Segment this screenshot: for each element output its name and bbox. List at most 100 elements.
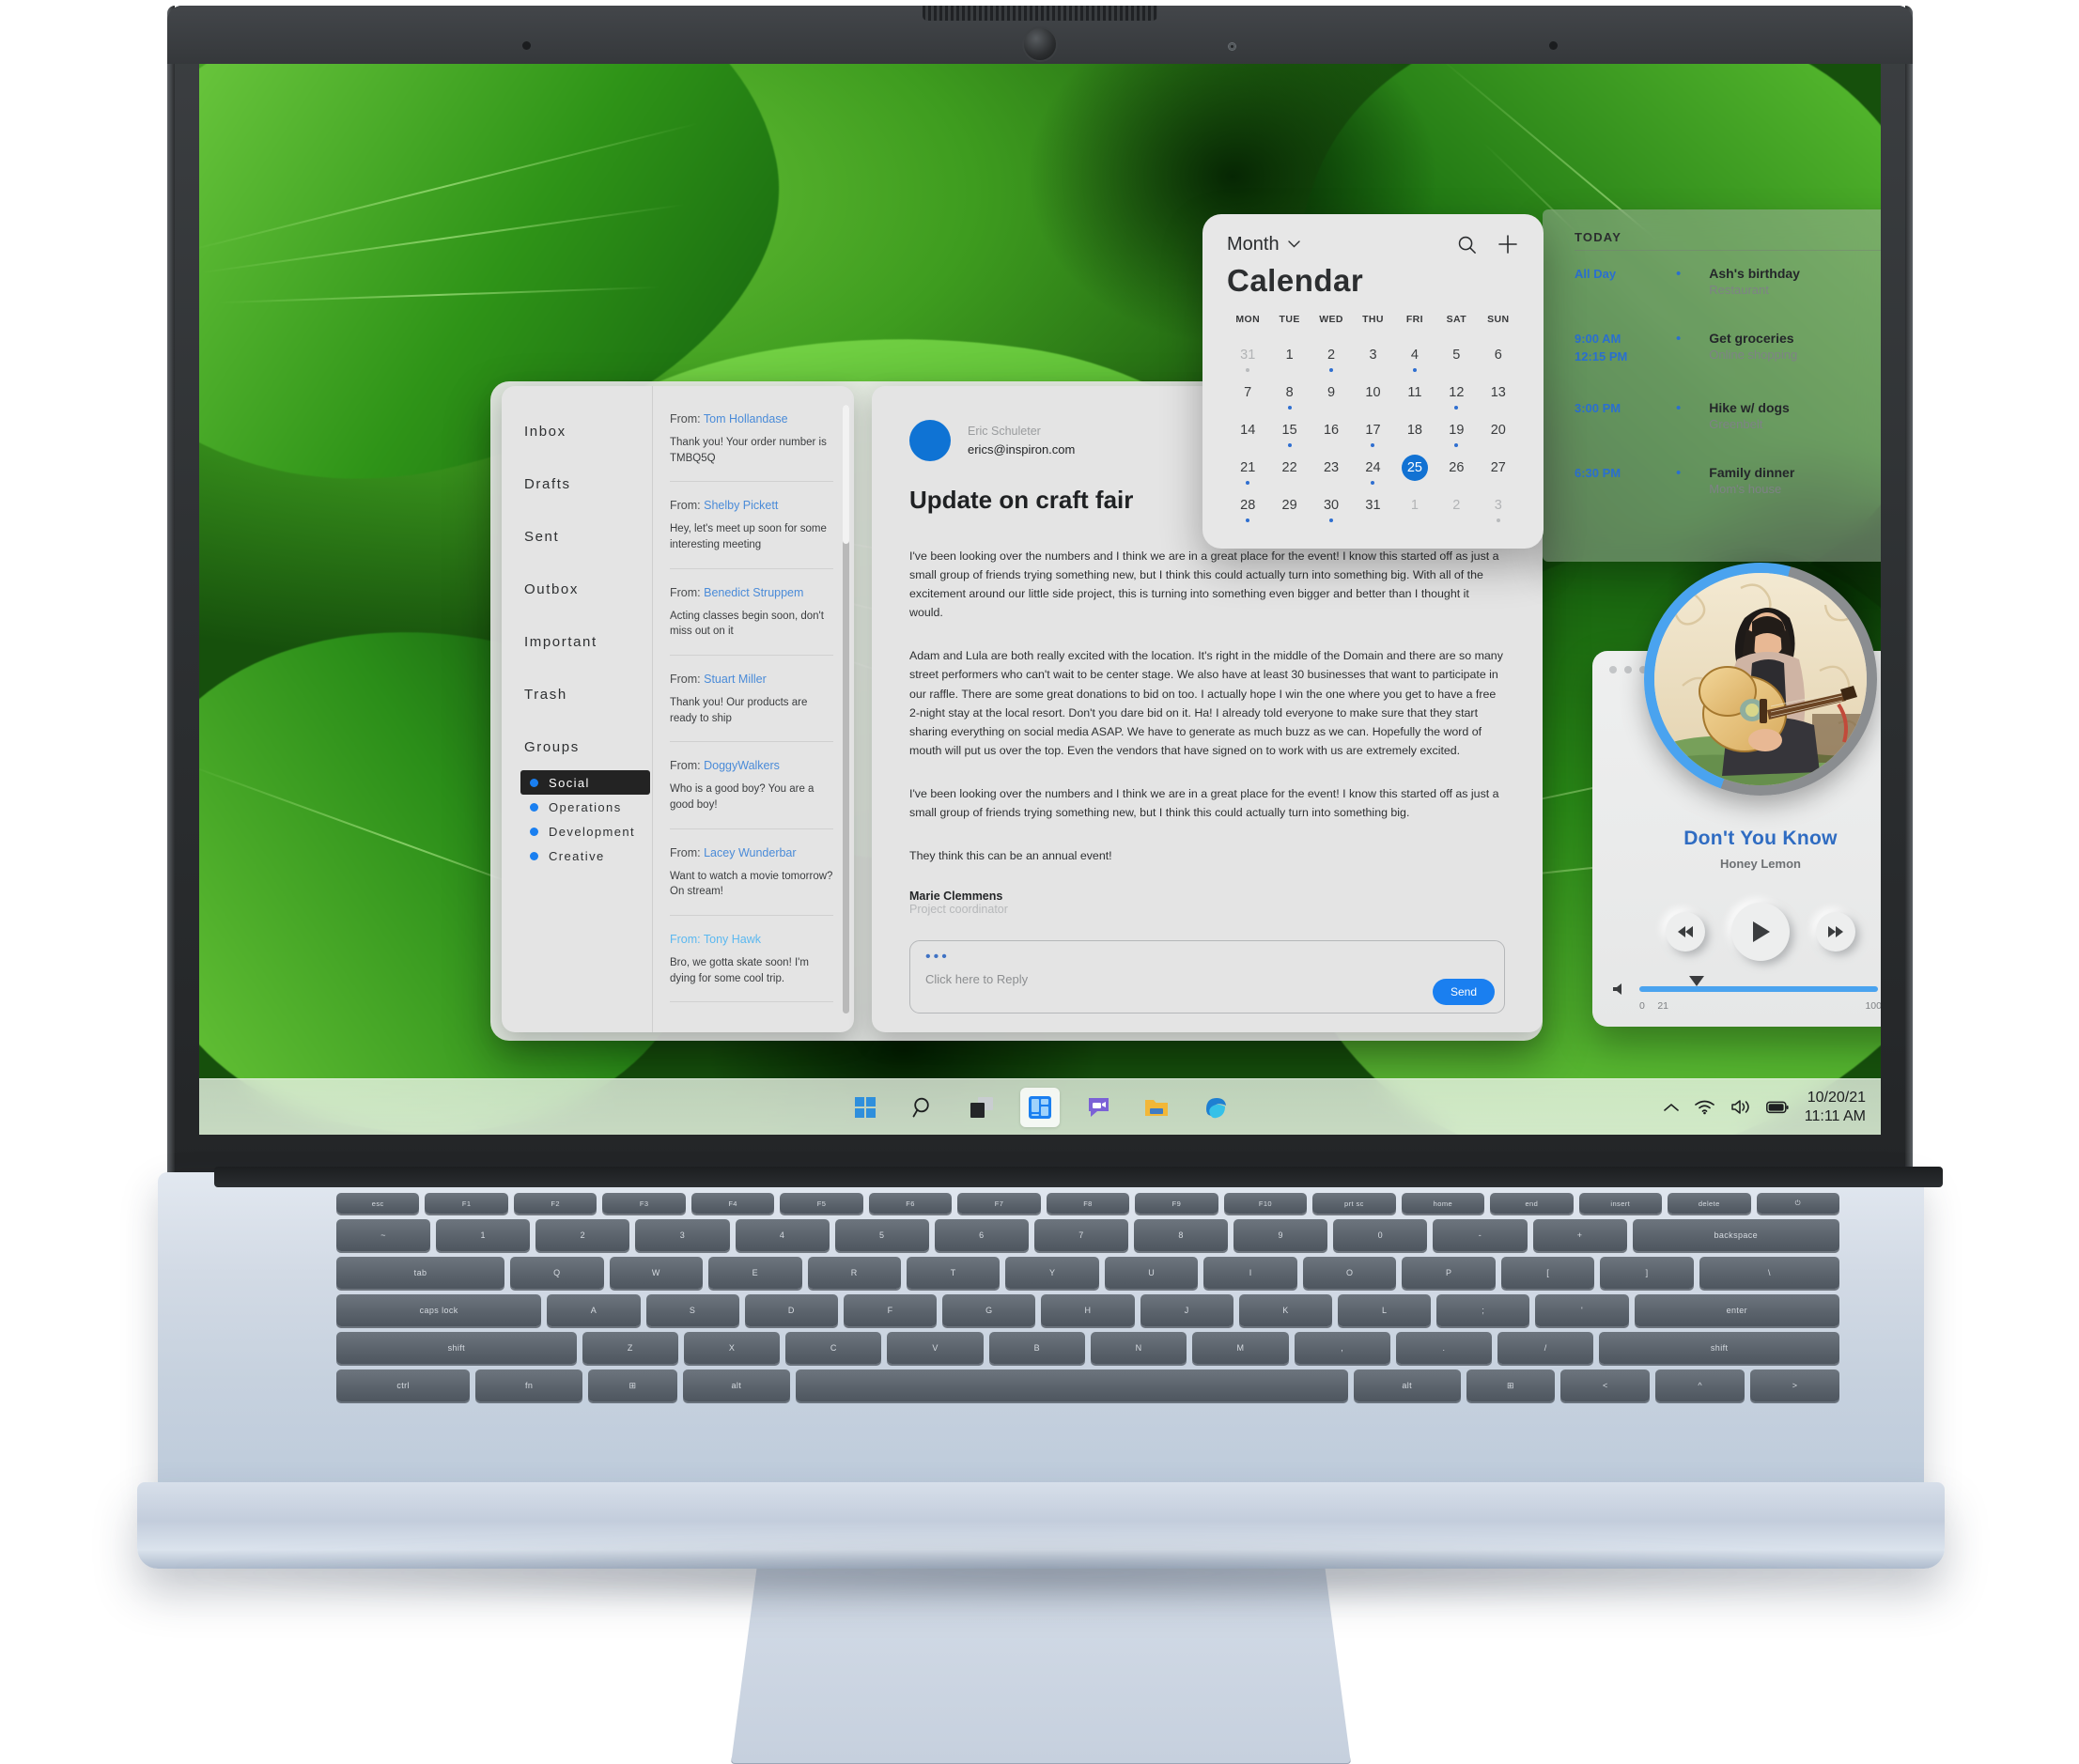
volume-control[interactable] xyxy=(1611,982,1881,997)
more-options-icon[interactable]: ••• xyxy=(925,952,1489,964)
calendar-day-cell[interactable]: 5 xyxy=(1435,338,1477,372)
key-home[interactable]: home xyxy=(1402,1193,1484,1214)
key-g[interactable]: G xyxy=(942,1294,1035,1326)
sidebar-group-operations[interactable]: Operations xyxy=(524,795,652,819)
file-explorer-button[interactable] xyxy=(1137,1088,1176,1127)
agenda-event[interactable]: All Day • Ash's birthday Restaurant xyxy=(1575,266,1881,297)
calendar-day-cell[interactable]: 30 xyxy=(1311,488,1352,522)
key-f5[interactable]: F5 xyxy=(780,1193,862,1214)
previous-track-button[interactable] xyxy=(1666,912,1705,952)
key--[interactable]: < xyxy=(1560,1369,1650,1401)
agenda-event[interactable]: 3:00 PM • Hike w/ dogs Greenbelt xyxy=(1575,400,1881,431)
list-item[interactable]: From: Tony Hawk Bro, we gotta skate soon… xyxy=(670,933,833,1002)
list-item[interactable]: From: Stuart Miller Thank you! Our produ… xyxy=(670,673,833,742)
agenda-event[interactable]: 9:00 AM 12:15 PM • Get groceries Online … xyxy=(1575,331,1881,366)
key-1[interactable]: 1 xyxy=(436,1219,530,1251)
key-s[interactable]: S xyxy=(646,1294,739,1326)
sidebar-item-outbox[interactable]: Outbox xyxy=(524,581,652,597)
key-m[interactable]: M xyxy=(1192,1332,1288,1364)
start-button[interactable] xyxy=(846,1088,885,1127)
next-track-button[interactable] xyxy=(1816,912,1855,952)
calendar-day-cell[interactable]: 29 xyxy=(1268,488,1310,522)
key--[interactable]: > xyxy=(1750,1369,1839,1401)
key-w[interactable]: W xyxy=(610,1257,703,1289)
calendar-day-cell[interactable]: 22 xyxy=(1268,451,1310,485)
key--[interactable]: ^ xyxy=(1655,1369,1745,1401)
calendar-day-cell[interactable]: 21 xyxy=(1227,451,1268,485)
mail-message-list[interactable]: From: Tom Hollandase Thank you! Your ord… xyxy=(652,386,854,1032)
calendar-day-cell[interactable]: 25 xyxy=(1394,451,1435,485)
calendar-day-cell[interactable]: 15 xyxy=(1268,413,1310,447)
key-p[interactable]: P xyxy=(1402,1257,1495,1289)
sidebar-item-drafts[interactable]: Drafts xyxy=(524,476,652,492)
list-item[interactable]: From: Benedict Struppem Acting classes b… xyxy=(670,586,833,656)
calendar-view-selector[interactable]: Month xyxy=(1227,234,1300,255)
add-event-icon[interactable] xyxy=(1497,233,1519,255)
key--[interactable]: ⊞ xyxy=(1466,1369,1556,1401)
key-6[interactable]: 6 xyxy=(935,1219,1029,1251)
key-space[interactable] xyxy=(796,1369,1348,1401)
key-f4[interactable]: F4 xyxy=(691,1193,774,1214)
calendar-day-cell[interactable]: 17 xyxy=(1352,413,1393,447)
key-f3[interactable]: F3 xyxy=(602,1193,685,1214)
key-9[interactable]: 9 xyxy=(1233,1219,1327,1251)
clock[interactable]: 10/20/21 11:11 AM xyxy=(1805,1089,1866,1126)
key-l[interactable]: L xyxy=(1338,1294,1431,1326)
calendar-day-cell[interactable]: 20 xyxy=(1478,413,1519,447)
key-j[interactable]: J xyxy=(1140,1294,1233,1326)
list-item[interactable]: From: Tom Hollandase Thank you! Your ord… xyxy=(670,412,833,482)
key-n[interactable]: N xyxy=(1091,1332,1187,1364)
calendar-day-cell[interactable]: 31 xyxy=(1352,488,1393,522)
battery-icon[interactable] xyxy=(1766,1101,1789,1114)
key-d[interactable]: D xyxy=(745,1294,838,1326)
key--[interactable]: ; xyxy=(1436,1294,1529,1326)
calendar-day-cell[interactable]: 3 xyxy=(1352,338,1393,372)
key-t[interactable]: T xyxy=(907,1257,1000,1289)
list-item[interactable]: From: Shelby Pickett Hey, let's meet up … xyxy=(670,499,833,568)
widgets-button[interactable] xyxy=(1020,1088,1060,1127)
key-shift[interactable]: shift xyxy=(336,1332,577,1364)
key-o[interactable]: O xyxy=(1303,1257,1396,1289)
calendar-day-cell[interactable]: 6 xyxy=(1478,338,1519,372)
key-f8[interactable]: F8 xyxy=(1047,1193,1129,1214)
key-delete[interactable]: delete xyxy=(1668,1193,1750,1214)
key-f9[interactable]: F9 xyxy=(1135,1193,1218,1214)
key-b[interactable]: B xyxy=(989,1332,1085,1364)
key-end[interactable]: end xyxy=(1490,1193,1573,1214)
calendar-day-cell[interactable]: 3 xyxy=(1478,488,1519,522)
chat-button[interactable] xyxy=(1078,1088,1118,1127)
volume-slider-handle[interactable] xyxy=(1689,976,1704,986)
calendar-day-cell[interactable]: 24 xyxy=(1352,451,1393,485)
key-u[interactable]: U xyxy=(1105,1257,1198,1289)
calendar-day-cell[interactable]: 14 xyxy=(1227,413,1268,447)
sidebar-item-trash[interactable]: Trash xyxy=(524,687,652,703)
key-f1[interactable]: F1 xyxy=(425,1193,507,1214)
key--[interactable]: - xyxy=(1433,1219,1527,1251)
key-esc[interactable]: esc xyxy=(336,1193,419,1214)
key--[interactable]: , xyxy=(1295,1332,1390,1364)
sidebar-group-social[interactable]: Social xyxy=(520,770,650,795)
calendar-day-cell[interactable]: 26 xyxy=(1435,451,1477,485)
key-alt[interactable]: alt xyxy=(1354,1369,1461,1401)
key--[interactable]: ] xyxy=(1600,1257,1693,1289)
key-caps-lock[interactable]: caps lock xyxy=(336,1294,541,1326)
key-prt-sc[interactable]: prt sc xyxy=(1312,1193,1395,1214)
calendar-day-cell[interactable]: 4 xyxy=(1394,338,1435,372)
key-3[interactable]: 3 xyxy=(635,1219,729,1251)
key-x[interactable]: X xyxy=(684,1332,780,1364)
key-f[interactable]: F xyxy=(844,1294,937,1326)
key-r[interactable]: R xyxy=(808,1257,901,1289)
volume-icon[interactable] xyxy=(1730,1099,1750,1115)
key-2[interactable]: 2 xyxy=(535,1219,629,1251)
calendar-day-cell[interactable]: 9 xyxy=(1311,376,1352,410)
search-button[interactable] xyxy=(904,1088,943,1127)
sidebar-group-development[interactable]: Development xyxy=(524,819,652,843)
key-i[interactable]: I xyxy=(1203,1257,1296,1289)
reply-box[interactable]: ••• Click here to Reply Send xyxy=(909,940,1505,1014)
key-k[interactable]: K xyxy=(1239,1294,1332,1326)
list-item[interactable]: From: Lacey Wunderbar Want to watch a mo… xyxy=(670,846,833,916)
reply-input[interactable]: Click here to Reply xyxy=(925,972,1489,986)
mail-window[interactable]: Inbox Drafts Sent Outbox Important Trash… xyxy=(502,386,854,1032)
calendar-day-cell[interactable]: 11 xyxy=(1394,376,1435,410)
calendar-day-cell[interactable]: 13 xyxy=(1478,376,1519,410)
